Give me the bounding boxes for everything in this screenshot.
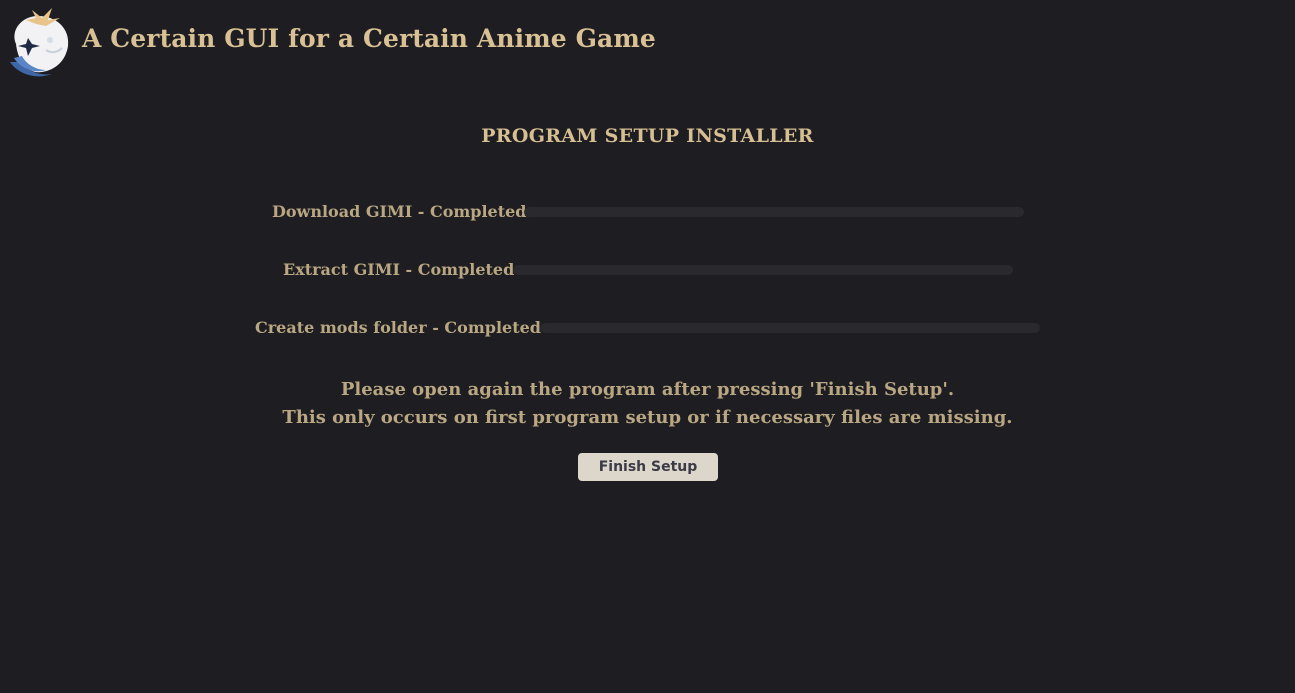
instruction-message: Please open again the program after pres… xyxy=(340,379,955,400)
paimon-mascot-icon xyxy=(6,4,74,80)
instruction-note: This only occurs on first program setup … xyxy=(282,407,1013,428)
installer-title: PROGRAM SETUP INSTALLER xyxy=(481,125,814,147)
progress-bar-download xyxy=(524,207,1024,217)
step-label-extract: Extract GIMI - Completed xyxy=(283,260,515,279)
step-label-download: Download GIMI - Completed xyxy=(272,202,527,221)
progress-bar-extract xyxy=(513,265,1013,275)
finish-setup-button[interactable]: Finish Setup xyxy=(578,453,718,481)
app-title: A Certain GUI for a Certain Anime Game xyxy=(82,24,656,53)
progress-bar-mods-folder xyxy=(540,323,1040,333)
step-label-mods-folder: Create mods folder - Completed xyxy=(255,318,541,337)
